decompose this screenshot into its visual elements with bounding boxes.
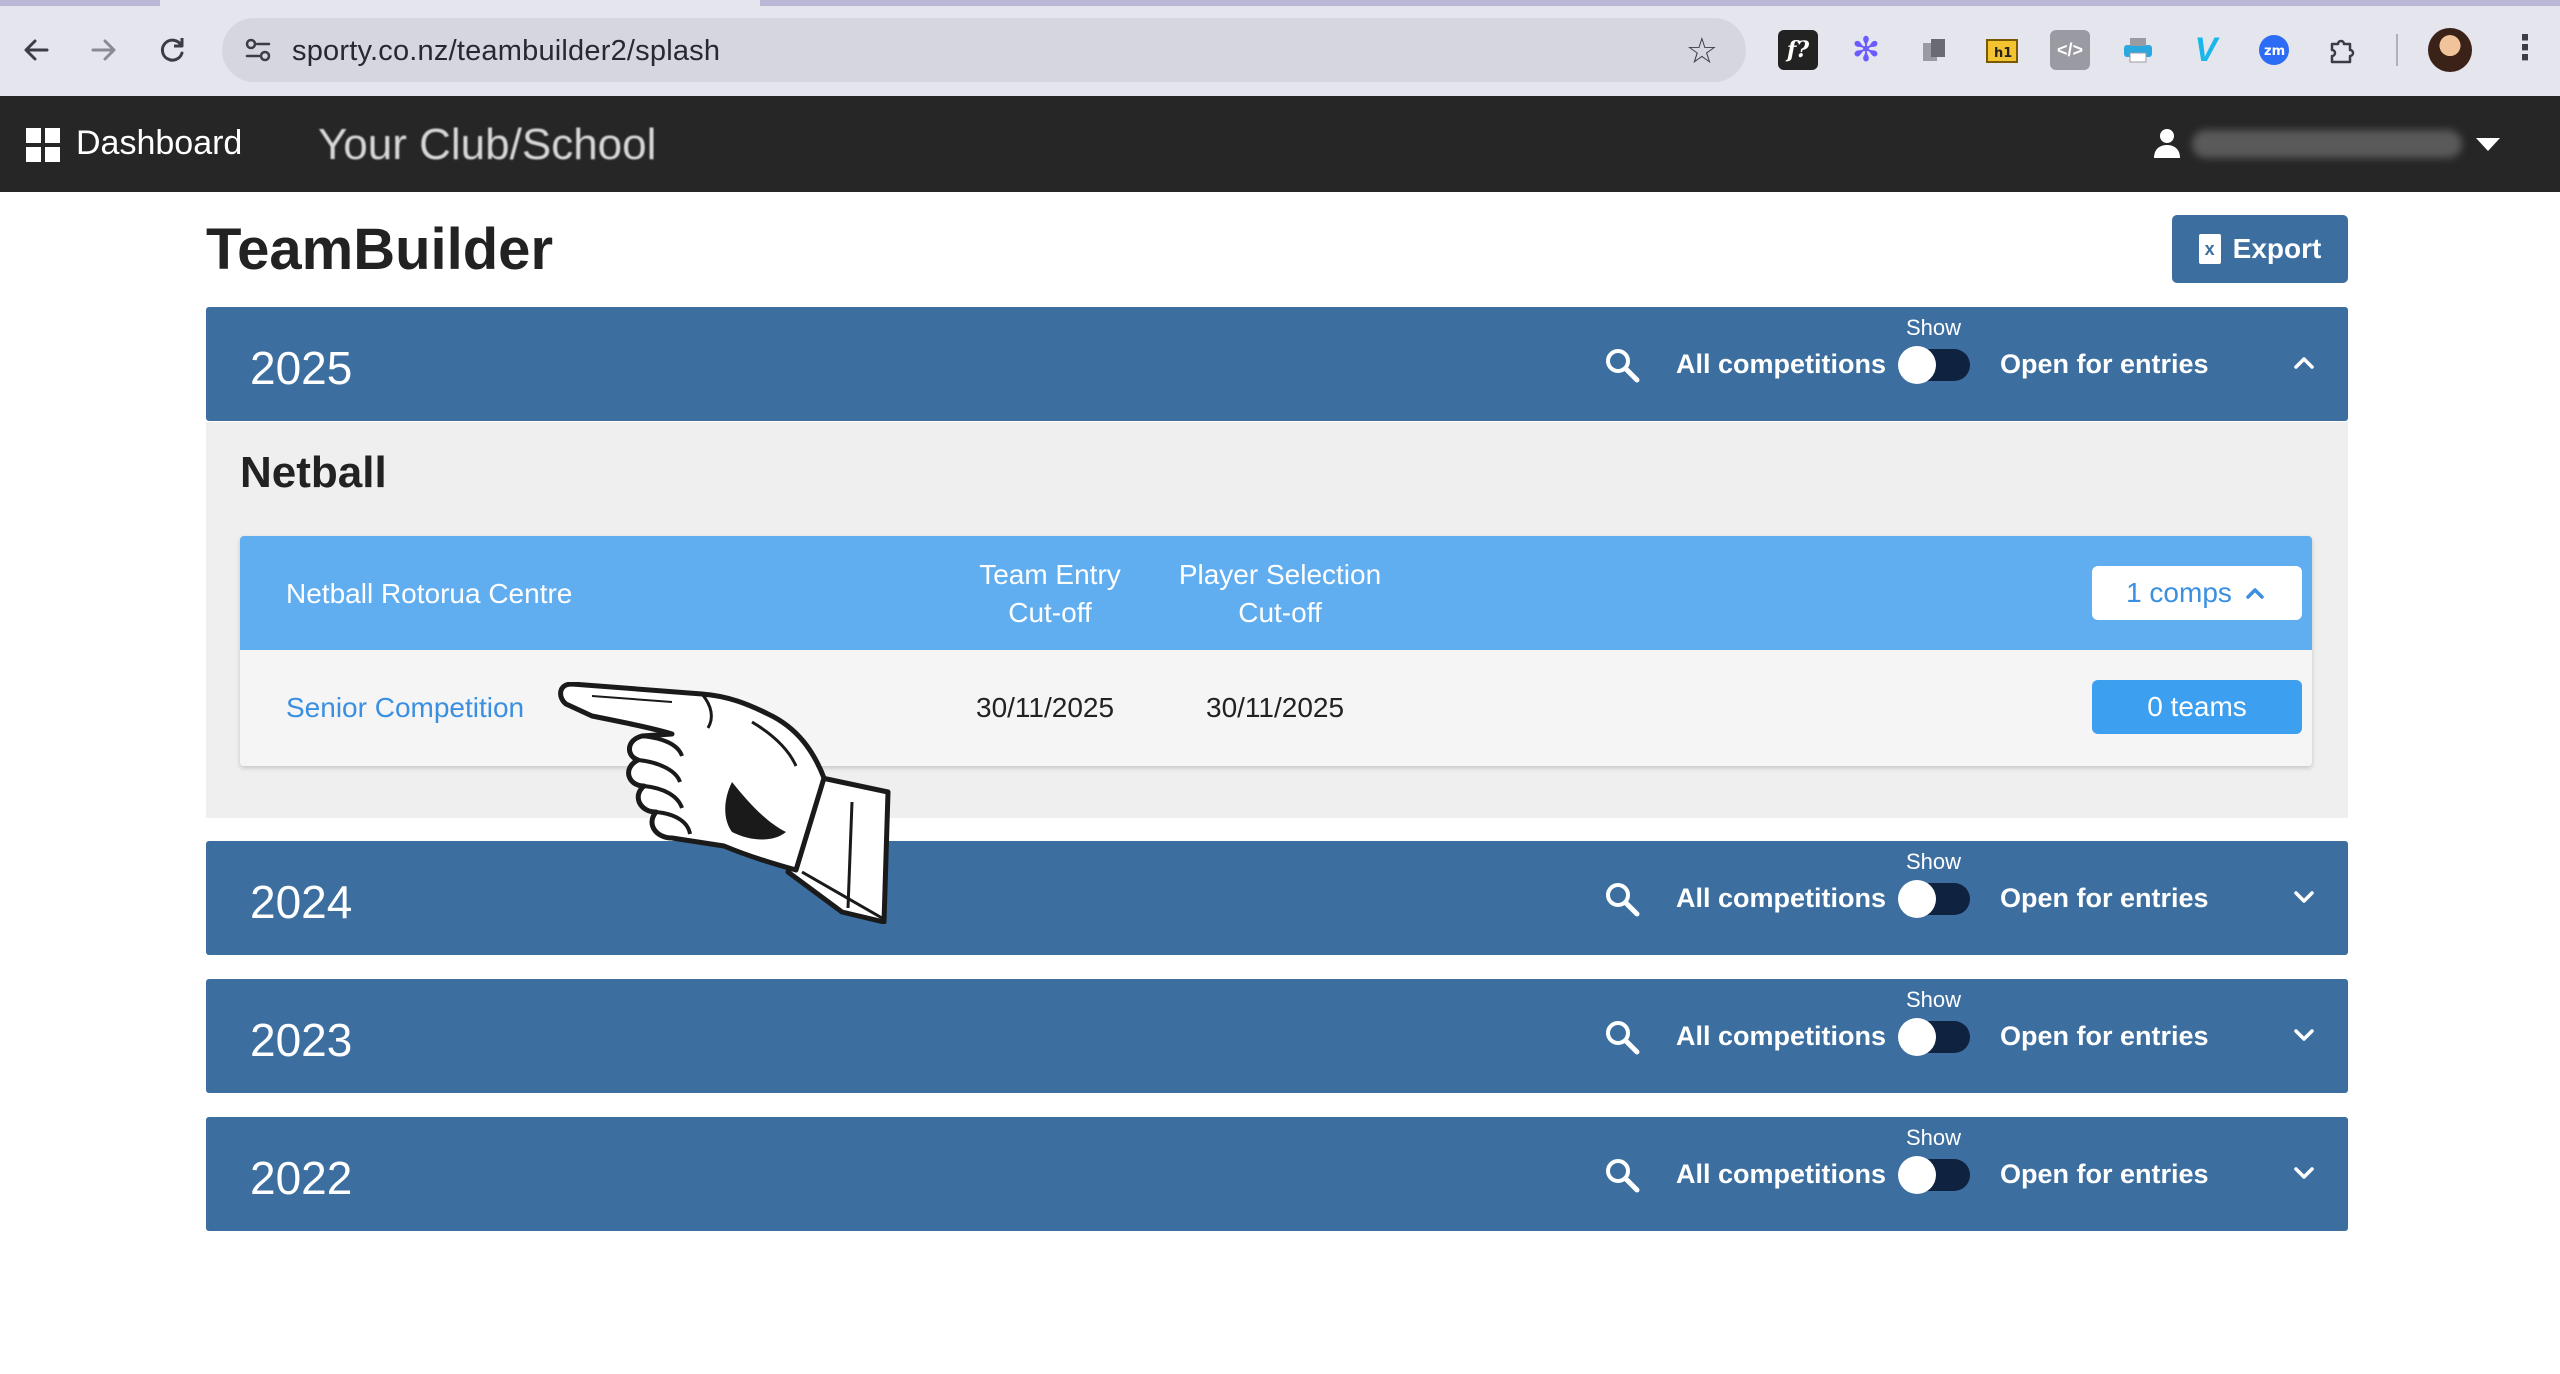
tab-strip [0,0,2560,6]
fontface-icon[interactable]: f? [1778,30,1818,70]
profile-avatar[interactable] [2428,28,2472,72]
search-icon[interactable] [1602,1155,1642,1195]
all-competitions-label[interactable]: All competitions [1676,1021,1886,1052]
search-icon[interactable] [1602,1017,1642,1057]
year-label: 2023 [250,1014,353,1066]
app-header: Dashboard Your Club/School [0,96,2560,192]
team-entry-cutoff-date: 30/11/2025 [976,692,1115,723]
all-competitions-label[interactable]: All competitions [1676,1159,1886,1190]
team-entry-cutoff-label: Cut-off [1008,597,1092,628]
back-icon[interactable] [16,30,56,70]
toggle-knob [1898,346,1936,384]
copy-icon[interactable] [1914,30,1954,70]
user-icon[interactable] [2150,126,2184,160]
color-picker-icon[interactable]: ✻ [1846,30,1886,70]
toggle-knob [1898,1018,1936,1056]
open-for-entries-label[interactable]: Open for entries [2000,1021,2209,1052]
show-label: Show [1906,315,1962,340]
code-icon[interactable]: </> [2050,30,2090,70]
team-entry-cutoff-header: Team Entry Cut-off [940,556,1160,632]
open-for-entries-label[interactable]: Open for entries [2000,1159,2209,1190]
teams-button[interactable]: 0 teams [2092,680,2302,734]
year-bar-2022[interactable]: 2022 All competitions Show Open for entr… [206,1117,2348,1231]
puzzle-icon[interactable] [2322,30,2362,70]
dashboard-grid-icon[interactable] [26,128,60,162]
user-menu-caret-icon[interactable] [2476,138,2500,151]
open-for-entries-label[interactable]: Open for entries [2000,349,2209,380]
year-bar-2024[interactable]: 2024 All competitions Show Open for entr… [206,841,2348,955]
forward-icon[interactable] [84,30,124,70]
comps-toggle-button[interactable]: 1 comps [2092,566,2302,620]
show-label: Show [1906,1125,1962,1150]
chevron-up-icon [2246,588,2264,599]
folder-icon[interactable]: h1 [1982,30,2022,70]
comps-count-label: 1 comps [2126,577,2232,608]
printer-icon[interactable] [2118,30,2158,70]
bookmark-star-icon[interactable]: ☆ [1686,30,1718,72]
browser-chrome: sporty.co.nz/teambuilder2/splash ☆ f? ✻ … [0,0,2560,96]
year-bar-2025[interactable]: 2025 All competitions Show Open for entr… [206,307,2348,421]
chevron-up-icon[interactable] [2286,345,2322,381]
reload-icon[interactable] [152,30,192,70]
team-entry-label: Team Entry [979,559,1121,590]
open-entries-toggle[interactable] [1898,346,1970,384]
url-text[interactable]: sporty.co.nz/teambuilder2/splash [292,35,720,68]
player-selection-cutoff-header: Player Selection Cut-off [1150,556,1410,632]
open-for-entries-label[interactable]: Open for entries [2000,883,2209,914]
year-bar-2023[interactable]: 2023 All competitions Show Open for entr… [206,979,2348,1093]
organisation-panel: Netball Rotorua Centre Team Entry Cut-of… [240,536,2312,766]
open-entries-toggle[interactable] [1898,1018,1970,1056]
excel-file-icon: x [2198,234,2221,264]
all-competitions-label[interactable]: All competitions [1676,349,1886,380]
all-competitions-label[interactable]: All competitions [1676,883,1886,914]
organisation-name: Netball Rotorua Centre [286,578,573,609]
open-entries-toggle[interactable] [1898,1156,1970,1194]
open-entries-toggle[interactable] [1898,880,1970,918]
player-selection-label: Player Selection [1178,559,1382,590]
player-selection-cutoff-date: 30/11/2025 [1206,692,1345,723]
pointing-hand-icon [558,682,891,924]
chevron-down-icon[interactable] [2286,1155,2322,1191]
page-title: TeamBuilder [206,217,554,282]
site-settings-icon[interactable] [240,32,276,68]
user-email-redacted[interactable] [2192,130,2462,158]
vimeo-icon[interactable]: V [2186,30,2226,70]
toggle-knob [1898,880,1936,918]
year-label: 2025 [250,342,353,394]
organisation-header: Netball Rotorua Centre Team Entry Cut-of… [240,536,2312,650]
address-bar[interactable]: sporty.co.nz/teambuilder2/splash ☆ [222,18,1746,82]
zoom-icon[interactable]: zm [2254,30,2294,70]
player-selection-cutoff-label: Cut-off [1238,597,1322,628]
toolbar-divider [2396,34,2398,66]
svg-text:zm: zm [2264,44,2285,59]
year-label: 2024 [250,876,353,928]
show-label: Show [1906,849,1962,874]
browser-menu-icon[interactable]: ⋮ [2508,28,2542,68]
export-label: Export [2232,233,2322,264]
svg-text:h1: h1 [1994,46,2012,61]
chevron-down-icon[interactable] [2286,879,2322,915]
export-button[interactable]: x Export [2172,215,2348,283]
year-label: 2022 [250,1152,353,1204]
show-label: Show [1906,987,1962,1012]
sport-title: Netball [240,448,387,497]
search-icon[interactable] [1602,879,1642,919]
club-name: Your Club/School [318,120,657,169]
search-icon[interactable] [1602,345,1642,385]
competition-row: Senior Competition 30/11/2025 30/11/2025… [240,650,2312,766]
dashboard-link[interactable]: Dashboard [76,124,242,163]
competition-link[interactable]: Senior Competition [286,692,524,724]
toggle-knob [1898,1156,1936,1194]
year-2025-content: Netball Netball Rotorua Centre Team Entr… [206,422,2348,818]
active-tab[interactable] [160,0,760,6]
chevron-down-icon[interactable] [2286,1017,2322,1053]
